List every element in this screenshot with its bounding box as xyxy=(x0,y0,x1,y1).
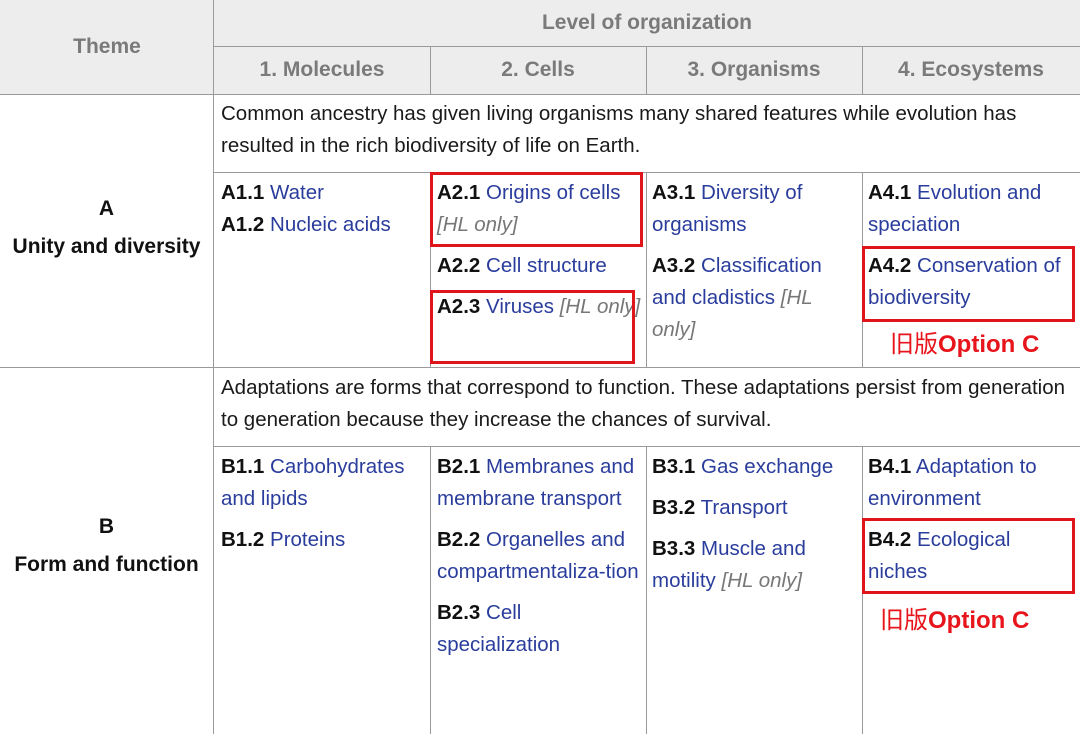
annotation-note-b: 旧版Option C xyxy=(880,606,1029,636)
header-col-label: 1. Molecules xyxy=(259,58,385,81)
topic-code: A1.1 xyxy=(221,181,265,204)
topic-item[interactable]: A1.2 Nucleic acids xyxy=(221,209,426,241)
cell-a3: A3.1 Diversity of organisms A3.2 Classif… xyxy=(652,177,852,346)
header-level-label: Level of organization xyxy=(541,11,753,34)
topic-code: B4.1 xyxy=(868,455,912,478)
topic-item[interactable]: B2.2 Organelles and compartmentaliza-tio… xyxy=(437,524,643,588)
grid-line xyxy=(862,46,863,94)
hl-only-tag: [HL only] xyxy=(721,569,803,592)
theme-a: A Unity and diversity xyxy=(0,190,213,266)
grid-line xyxy=(213,0,214,734)
highlight-box-a2-3 xyxy=(430,290,635,364)
grid-line xyxy=(0,367,1080,368)
topic-item[interactable]: B2.1 Membranes and membrane transport xyxy=(437,451,643,515)
annotation-note-a: 旧版Option C xyxy=(890,330,1039,360)
cell-b3: B3.1 Gas exchange B3.2 Transport B3.3 Mu… xyxy=(652,451,857,597)
cell-a1: A1.1 Water A1.2 Nucleic acids xyxy=(221,177,426,241)
topic-item[interactable]: A3.2 Classification and cladistics [HL o… xyxy=(652,250,852,346)
syllabus-table: Theme Level of organization 1. Molecules… xyxy=(0,0,1080,734)
row-b-intro: Adaptations are forms that correspond to… xyxy=(221,376,1066,431)
grid-line xyxy=(0,94,1080,95)
grid-line xyxy=(214,46,1080,47)
header-col-cells: 2. Cells xyxy=(430,46,646,94)
topic-code: A3.1 xyxy=(652,181,696,204)
grid-line xyxy=(430,446,431,734)
row-a-intro: Common ancestry has given living organis… xyxy=(221,102,1017,157)
header-theme: Theme xyxy=(0,0,214,94)
topic-label: Gas exchange xyxy=(701,455,834,478)
topic-code: A2.2 xyxy=(437,254,481,277)
theme-name: Unity and diversity xyxy=(12,235,201,258)
topic-label: Water xyxy=(270,181,324,204)
topic-item[interactable]: A3.1 Diversity of organisms xyxy=(652,177,852,241)
topic-item[interactable]: A1.1 Water xyxy=(221,177,426,209)
grid-line xyxy=(214,172,1080,173)
highlight-box-a4-2 xyxy=(862,246,1075,322)
cell-b2: B2.1 Membranes and membrane transport B2… xyxy=(437,451,643,661)
note-prefix: 旧版 xyxy=(880,607,928,634)
grid-line xyxy=(430,46,431,94)
topic-code: B2.3 xyxy=(437,601,481,624)
header-col-molecules: 1. Molecules xyxy=(214,46,430,94)
topic-label: Proteins xyxy=(270,528,346,551)
topic-code: B2.2 xyxy=(437,528,481,551)
topic-item[interactable]: A4.1 Evolution and speciation xyxy=(868,177,1073,241)
theme-letter: A xyxy=(98,197,115,220)
note-suffix: Option C xyxy=(928,607,1030,634)
header-col-label: 3. Organisms xyxy=(687,58,821,81)
topic-label: Nucleic acids xyxy=(270,213,391,236)
topic-code: A4.1 xyxy=(868,181,912,204)
topic-code: B3.2 xyxy=(652,496,696,519)
header-theme-label: Theme xyxy=(73,35,141,58)
topic-item[interactable]: B1.1 Carbohydrates and lipids xyxy=(221,451,426,515)
topic-label: Cell structure xyxy=(486,254,607,277)
topic-item[interactable]: B1.2 Proteins xyxy=(221,524,426,556)
topic-item[interactable]: B3.3 Muscle and motility [HL only] xyxy=(652,533,857,597)
highlight-box-b4-2 xyxy=(862,518,1075,594)
topic-code: B1.1 xyxy=(221,455,265,478)
header-col-label: 4. Ecosystems xyxy=(898,58,1044,81)
header-col-organisms: 3. Organisms xyxy=(646,46,862,94)
grid-line xyxy=(646,446,647,734)
topic-code: A3.2 xyxy=(652,254,696,277)
topic-item[interactable]: B2.3 Cell specialization xyxy=(437,597,643,661)
topic-item[interactable]: A2.2 Cell structure xyxy=(437,250,643,282)
note-suffix: Option C xyxy=(938,331,1040,358)
highlight-box-a2-1 xyxy=(430,172,643,247)
header-level: Level of organization xyxy=(214,0,1080,46)
header-col-label: 2. Cells xyxy=(501,58,575,81)
theme-b: B Form and function xyxy=(0,508,213,584)
topic-item[interactable]: B4.1 Adaptation to environment xyxy=(868,451,1073,515)
cell-b1: B1.1 Carbohydrates and lipids B1.2 Prote… xyxy=(221,451,426,556)
topic-code: B3.3 xyxy=(652,537,696,560)
note-prefix: 旧版 xyxy=(890,331,938,358)
topic-code: B3.1 xyxy=(652,455,696,478)
topic-item[interactable]: B3.1 Gas exchange xyxy=(652,451,857,483)
grid-line xyxy=(646,46,647,94)
theme-name: Form and function xyxy=(14,553,199,576)
topic-code: A1.2 xyxy=(221,213,265,236)
header-col-ecosystems: 4. Ecosystems xyxy=(862,46,1080,94)
topic-code: B2.1 xyxy=(437,455,481,478)
grid-line xyxy=(214,446,1080,447)
topic-label: Transport xyxy=(700,496,788,519)
grid-line xyxy=(646,172,647,367)
theme-letter: B xyxy=(98,515,115,538)
topic-item[interactable]: B3.2 Transport xyxy=(652,492,857,524)
topic-code: B1.2 xyxy=(221,528,265,551)
